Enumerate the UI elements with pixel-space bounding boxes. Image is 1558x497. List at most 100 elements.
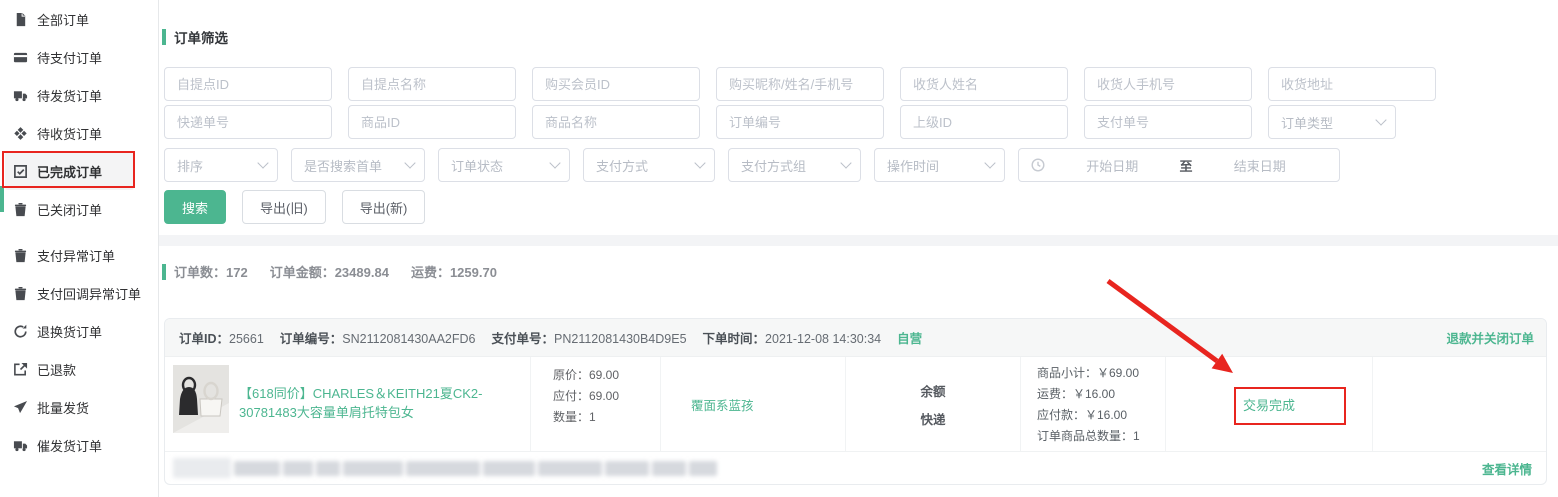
sidebar-item-pending-payment[interactable]: 待支付订单 xyxy=(0,38,158,76)
clock-icon xyxy=(1031,158,1045,172)
operation-time-select[interactable]: 操作时间 xyxy=(874,148,1005,182)
redacted-consignee-info xyxy=(173,458,717,478)
share-out-icon xyxy=(13,362,28,377)
first-order-search-select[interactable]: 是否搜索首单 xyxy=(291,148,425,182)
sidebar-item-urge-shipment[interactable]: 催发货订单 xyxy=(0,426,158,464)
view-detail-link[interactable]: 查看详情 xyxy=(1482,459,1532,478)
sidebar-item-label: 退换货订单 xyxy=(37,322,102,341)
chevron-down-icon xyxy=(404,157,415,168)
sidebar-item-all-orders[interactable]: 全部订单 xyxy=(0,0,158,38)
end-date-placeholder[interactable]: 结束日期 xyxy=(1193,156,1328,175)
order-status-text: 交易完成 xyxy=(1243,395,1295,414)
order-freight: 运费：1259.70 xyxy=(411,262,497,281)
empty-cell xyxy=(1373,357,1546,451)
sort-select[interactable]: 排序 xyxy=(164,148,278,182)
pickup-point-name-input[interactable] xyxy=(348,67,516,101)
quantity: 数量：1 xyxy=(553,407,660,428)
consignee-phone-input[interactable] xyxy=(1084,67,1252,101)
order-status-select[interactable]: 订单状态 xyxy=(438,148,570,182)
sidebar-item-closed-orders[interactable]: 已关闭订单 xyxy=(0,190,158,228)
order-id-field: 订单ID：25661 xyxy=(179,328,264,347)
filter-row-1 xyxy=(164,67,1436,101)
sidebar-item-pending-receipt[interactable]: 待收货订单 xyxy=(0,114,158,152)
chevron-down-icon xyxy=(257,157,268,168)
sidebar-item-label: 催发货订单 xyxy=(37,436,102,455)
trash-icon xyxy=(13,248,28,263)
sidebar-item-payment-callback-exception[interactable]: 支付回调异常订单 xyxy=(0,274,158,312)
parent-id-input[interactable] xyxy=(900,105,1068,139)
pickup-point-id-input[interactable] xyxy=(164,67,332,101)
sidebar-item-pending-shipment[interactable]: 待发货订单 xyxy=(0,76,158,114)
sidebar-item-completed-orders[interactable]: 已完成订单 xyxy=(5,152,134,190)
credit-card-icon xyxy=(13,50,28,65)
order-sn-field: 订单编号：SN2112081430AA2FD6 xyxy=(280,328,476,347)
product-id-input[interactable] xyxy=(348,105,516,139)
export-new-button[interactable]: 导出(新) xyxy=(342,190,426,224)
sidebar-item-label: 批量发货 xyxy=(37,398,89,417)
sidebar-item-label: 待发货订单 xyxy=(37,86,102,105)
sidebar-item-label: 全部订单 xyxy=(37,10,89,29)
refund-close-order-link[interactable]: 退款并关闭订单 xyxy=(1446,328,1534,347)
sidebar-item-return-exchange[interactable]: 退换货订单 xyxy=(0,312,158,350)
payment-method-group-select[interactable]: 支付方式组 xyxy=(728,148,861,182)
tracking-number-input[interactable] xyxy=(164,105,332,139)
price-cell: 原价：69.00 应付：69.00 数量：1 xyxy=(531,357,661,451)
payment-method-select[interactable]: 支付方式 xyxy=(583,148,715,182)
chevron-down-icon xyxy=(549,157,560,168)
sidebar-item-batch-shipment[interactable]: 批量发货 xyxy=(0,388,158,426)
filter-row-3: 排序 是否搜索首单 订单状态 支付方式 支付方式组 操作时间 开始日期 至 结束… xyxy=(164,148,1340,182)
buyer-nickname-input[interactable] xyxy=(716,67,884,101)
chevron-down-icon xyxy=(840,157,851,168)
buyer-nickname-link[interactable]: 覆面系蓝孩 xyxy=(691,395,754,414)
payable-price: 应付：69.00 xyxy=(553,386,660,407)
sidebar-item-label: 已关闭订单 xyxy=(37,200,102,219)
self-operated-tag: 自营 xyxy=(897,328,922,347)
sidebar-item-payment-exception[interactable]: 支付异常订单 xyxy=(0,236,158,274)
product-cell: 【618同价】CHARLES＆KEITH21夏CK2-30781483大容量单肩… xyxy=(165,357,531,451)
order-card-footer: 查看详情 xyxy=(165,452,1546,484)
payment-delivery-cell: 余额 快递 xyxy=(846,357,1021,451)
date-range-separator: 至 xyxy=(1180,156,1193,175)
date-range-picker[interactable]: 开始日期 至 结束日期 xyxy=(1018,148,1340,182)
payment-number-input[interactable] xyxy=(1084,105,1252,139)
start-date-placeholder[interactable]: 开始日期 xyxy=(1045,156,1180,175)
sidebar: 全部订单 待支付订单 待发货订单 待收货订单 已完成订单 已关闭订单 支付异常订… xyxy=(0,0,159,497)
original-price: 原价：69.00 xyxy=(553,365,660,386)
product-name-input[interactable] xyxy=(532,105,700,139)
order-amount: 订单金额：23489.84 xyxy=(270,262,389,281)
send-icon xyxy=(13,400,28,415)
truck-icon xyxy=(13,88,28,103)
order-card-header: 订单ID：25661 订单编号：SN2112081430AA2FD6 支付单号：… xyxy=(165,319,1546,357)
product-title-link[interactable]: 【618同价】CHARLES＆KEITH21夏CK2-30781483大容量单肩… xyxy=(239,384,522,451)
search-button[interactable]: 搜索 xyxy=(164,190,226,224)
trash-icon xyxy=(13,286,28,301)
refresh-icon xyxy=(13,324,28,339)
truck-icon xyxy=(13,438,28,453)
total-quantity: 订单商品总数量：1 xyxy=(1037,426,1165,447)
order-time-field: 下单时间：2021-12-08 14:30:34 xyxy=(703,328,882,347)
sidebar-item-label: 待收货订单 xyxy=(37,124,102,143)
file-icon xyxy=(13,12,28,27)
sidebar-item-label: 支付回调异常订单 xyxy=(37,284,141,303)
buyer-member-id-input[interactable] xyxy=(532,67,700,101)
status-cell: 交易完成 xyxy=(1166,357,1373,451)
consignee-name-input[interactable] xyxy=(900,67,1068,101)
order-card-body: 【618同价】CHARLES＆KEITH21夏CK2-30781483大容量单肩… xyxy=(165,357,1546,452)
orders-summary: 订单数：172 订单金额：23489.84 运费：1259.70 xyxy=(162,262,511,281)
sidebar-spacer xyxy=(0,228,158,236)
sidebar-item-refunded[interactable]: 已退款 xyxy=(0,350,158,388)
filter-section-title: 订单筛选 xyxy=(162,27,228,47)
filter-row-2: 订单类型 xyxy=(164,105,1396,139)
export-old-button[interactable]: 导出(旧) xyxy=(242,190,326,224)
chevron-down-icon xyxy=(1375,114,1386,125)
order-type-select[interactable]: 订单类型 xyxy=(1268,105,1396,139)
sidebar-item-label: 待支付订单 xyxy=(37,48,102,67)
trash-icon xyxy=(13,202,28,217)
section-accent-bar xyxy=(162,264,166,280)
sidebar-active-indicator xyxy=(0,186,4,212)
order-number-input[interactable] xyxy=(716,105,884,139)
product-image[interactable] xyxy=(173,365,229,433)
order-management-page: 全部订单 待支付订单 待发货订单 待收货订单 已完成订单 已关闭订单 支付异常订… xyxy=(0,0,1558,497)
shipping-address-input[interactable] xyxy=(1268,67,1436,101)
payable-amount: 应付款：￥16.00 xyxy=(1037,405,1165,426)
